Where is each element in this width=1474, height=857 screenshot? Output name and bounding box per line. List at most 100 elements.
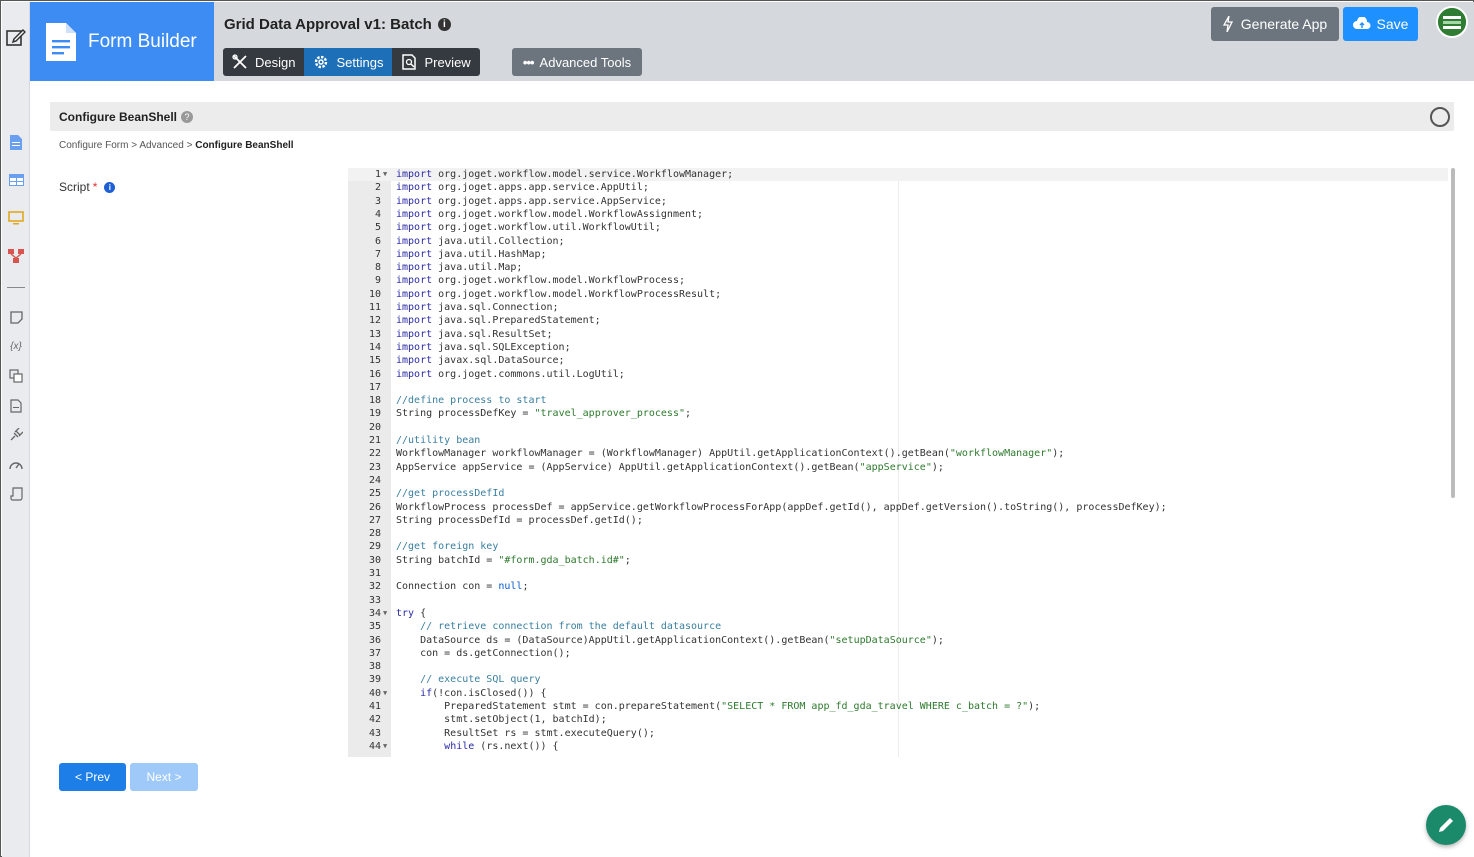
- code-line[interactable]: 8 import java.util.Map;: [348, 261, 1448, 274]
- code-line[interactable]: 28: [348, 527, 1448, 540]
- code-line[interactable]: 21 //utility bean: [348, 434, 1448, 447]
- monitor-icon[interactable]: [8, 210, 24, 226]
- top-toolbar: Grid Data Approval v1: Batch i Design Se…: [214, 2, 1474, 81]
- plug-icon[interactable]: [8, 427, 24, 443]
- fold-toggle-icon[interactable]: ▼: [383, 687, 387, 700]
- line-number: 23: [368, 461, 381, 473]
- code-line[interactable]: 11 import java.sql.Connection;: [348, 301, 1448, 314]
- process-icon[interactable]: [8, 248, 24, 264]
- note-icon[interactable]: [8, 309, 24, 325]
- code-line[interactable]: 9 import org.joget.workflow.model.Workflo…: [348, 274, 1448, 287]
- file-icon[interactable]: [8, 398, 24, 414]
- document-icon[interactable]: [8, 134, 24, 150]
- editor-scrollbar[interactable]: [1451, 168, 1455, 498]
- tab-preview[interactable]: Preview: [392, 48, 480, 76]
- line-number: 3: [374, 195, 381, 207]
- code-line[interactable]: 42 stmt.setObject(1, batchId);: [348, 713, 1448, 726]
- line-number: 2: [374, 182, 381, 194]
- code-line[interactable]: 5 import org.joget.workflow.util.Workflow…: [348, 221, 1448, 234]
- edit-fab-button[interactable]: [1426, 805, 1466, 845]
- line-number: 16: [368, 368, 381, 380]
- code-line[interactable]: 12 import java.sql.PreparedStatement;: [348, 314, 1448, 327]
- code-line[interactable]: 10 import org.joget.workflow.model.Workfl…: [348, 288, 1448, 301]
- code-line[interactable]: 6 import java.util.Collection;: [348, 235, 1448, 248]
- tab-settings[interactable]: Settings: [304, 48, 393, 76]
- code-text: while (rs.next()) {: [444, 740, 559, 752]
- generate-app-button[interactable]: Generate App: [1211, 7, 1339, 41]
- info-icon[interactable]: i: [437, 18, 451, 31]
- next-button[interactable]: Next >: [130, 763, 198, 791]
- code-line[interactable]: 33: [348, 594, 1448, 607]
- table-icon[interactable]: [8, 172, 24, 188]
- help-icon[interactable]: ?: [181, 110, 194, 123]
- code-line[interactable]: 30 String batchId = "#form.gda_batch.id#"…: [348, 554, 1448, 567]
- code-line[interactable]: 40 ▼ if(!con.isClosed()) {: [348, 687, 1448, 700]
- code-text: import java.util.HashMap;: [396, 248, 547, 260]
- code-text: import org.joget.apps.app.service.AppUti…: [396, 182, 649, 194]
- code-line[interactable]: 13 import java.sql.ResultSet;: [348, 328, 1448, 341]
- code-line[interactable]: 18 //define process to start: [348, 394, 1448, 407]
- page-edit-icon[interactable]: [6, 27, 27, 47]
- prev-button[interactable]: < Prev: [59, 763, 126, 791]
- line-number: 12: [368, 315, 381, 327]
- fold-toggle-icon[interactable]: ▼: [383, 168, 387, 181]
- code-line[interactable]: 36 DataSource ds = (DataSource)AppUtil.g…: [348, 634, 1448, 647]
- code-line[interactable]: 3 import org.joget.apps.app.service.AppSe…: [348, 195, 1448, 208]
- script-field-label: Script * i: [59, 180, 116, 194]
- line-number: 35: [368, 621, 381, 633]
- code-line[interactable]: 4 import org.joget.workflow.model.Workflo…: [348, 208, 1448, 221]
- code-line[interactable]: 19 String processDefKey = "travel_approve…: [348, 407, 1448, 420]
- code-line[interactable]: 20: [348, 421, 1448, 434]
- code-line[interactable]: 2 import org.joget.apps.app.service.AppUt…: [348, 181, 1448, 194]
- code-line[interactable]: 39 // execute SQL query: [348, 673, 1448, 686]
- code-line[interactable]: 44 ▼ while (rs.next()) {: [348, 740, 1448, 753]
- tab-design[interactable]: Design: [223, 48, 305, 76]
- fold-toggle-icon[interactable]: ▼: [383, 740, 387, 753]
- brand-header[interactable]: Form Builder: [30, 2, 214, 81]
- code-line[interactable]: 16 import org.joget.commons.util.LogUtil;: [348, 368, 1448, 381]
- fullscreen-icon[interactable]: [1430, 107, 1450, 127]
- variable-icon[interactable]: {x}: [8, 338, 24, 354]
- code-line[interactable]: 34 ▼ try {: [348, 607, 1448, 620]
- translate-icon[interactable]: [8, 368, 24, 384]
- fold-toggle-icon[interactable]: ▼: [383, 607, 387, 620]
- code-text: import java.util.Map;: [396, 262, 523, 274]
- code-line[interactable]: 25 //get processDefId: [348, 487, 1448, 500]
- advanced-tools-button[interactable]: ••• Advanced Tools: [512, 48, 642, 76]
- line-number: 21: [368, 435, 381, 446]
- code-line[interactable]: 24: [348, 474, 1448, 487]
- code-line[interactable]: 38: [348, 660, 1448, 673]
- code-line[interactable]: 22 WorkflowManager workflowManager = (Wor…: [348, 447, 1448, 460]
- code-line[interactable]: 32 Connection con = null;: [348, 580, 1448, 593]
- code-line[interactable]: 37 con = ds.getConnection();: [348, 647, 1448, 660]
- code-text: ResultSet rs = stmt.executeQuery();: [396, 727, 655, 739]
- code-line[interactable]: 26 WorkflowProcess processDef = appServic…: [348, 501, 1448, 514]
- gauge-icon[interactable]: [8, 457, 24, 473]
- save-button[interactable]: Save: [1343, 7, 1418, 41]
- code-line[interactable]: 27 String processDefId = processDef.getId…: [348, 514, 1448, 527]
- code-line[interactable]: 14 import java.sql.SQLException;: [348, 341, 1448, 354]
- code-line[interactable]: 7 import java.util.HashMap;: [348, 248, 1448, 261]
- script-code-editor[interactable]: 1 ▼ import org.joget.workflow.model.servic…: [348, 168, 1455, 757]
- code-line[interactable]: 31: [348, 567, 1448, 580]
- code-line[interactable]: 41 PreparedStatement stmt = con.prepareS…: [348, 700, 1448, 713]
- code-line[interactable]: 15 import javax.sql.DataSource;: [348, 354, 1448, 367]
- avatar[interactable]: [1436, 6, 1468, 38]
- code-text: PreparedStatement stmt = con.prepareStat…: [396, 701, 1041, 712]
- code-line[interactable]: 35 // retrieve connection from the defau…: [348, 620, 1448, 633]
- code-line[interactable]: 1 ▼ import org.joget.workflow.model.servic…: [348, 168, 1448, 182]
- breadcrumb-item[interactable]: Advanced: [139, 140, 183, 151]
- form-document-icon: [46, 22, 76, 61]
- code-text: import org.joget.commons.util.LogUtil;: [396, 368, 625, 380]
- code-line[interactable]: 23 AppService appService = (AppService) A…: [348, 461, 1448, 474]
- scroll-icon[interactable]: [8, 486, 24, 502]
- code-line[interactable]: 43 ResultSet rs = stmt.executeQuery();: [348, 727, 1448, 740]
- line-number: 14: [368, 341, 381, 353]
- line-number: 43: [368, 727, 381, 739]
- info-icon[interactable]: i: [104, 181, 116, 193]
- line-number: 27: [368, 514, 381, 526]
- breadcrumb-item[interactable]: Configure Form: [59, 140, 128, 151]
- brand-title: Form Builder: [88, 30, 197, 52]
- code-line[interactable]: 17: [348, 381, 1448, 394]
- code-line[interactable]: 29 //get foreign key: [348, 540, 1448, 553]
